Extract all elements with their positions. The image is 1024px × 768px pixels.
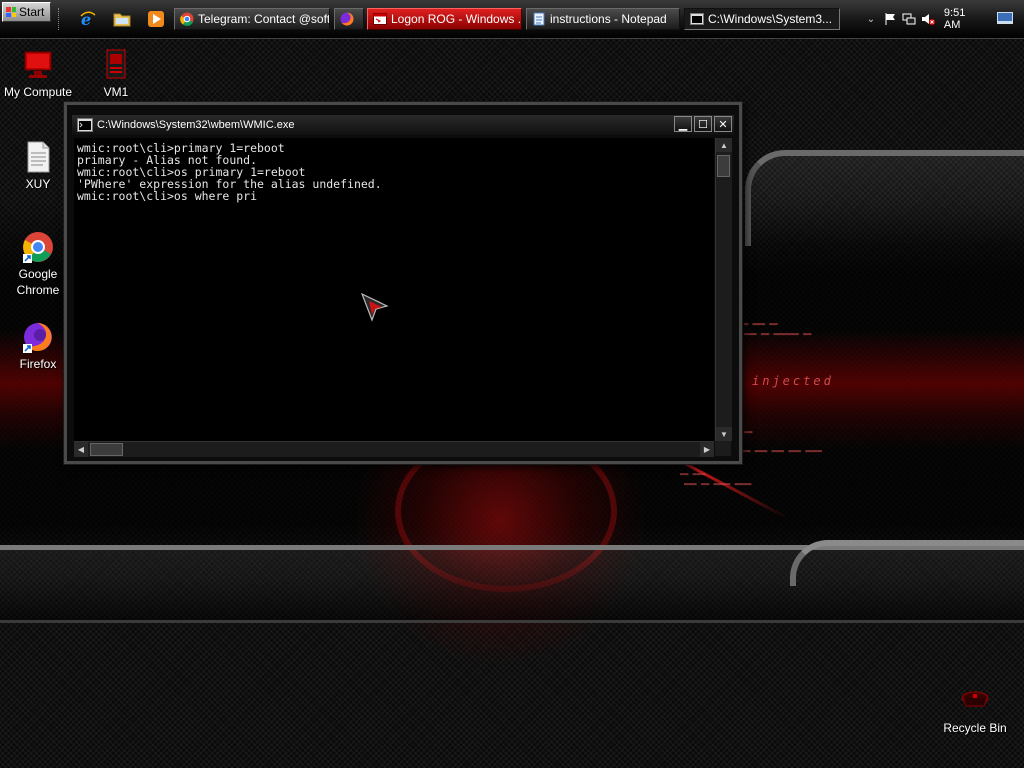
desktop-icon-vm1[interactable]: VM1 <box>78 48 154 100</box>
vertical-scroll-thumb[interactable] <box>717 155 730 177</box>
chrome-icon <box>180 12 194 26</box>
taskbar-button-firefox[interactable] <box>334 8 364 30</box>
recycle-bin-icon <box>958 684 992 718</box>
wmic-console-window[interactable]: C:\Windows\System32\wbem\WMIC.exe ▁ ☐ ✕ … <box>64 102 742 464</box>
wallpaper-injected-text: injected <box>752 374 834 388</box>
taskbar-button-notepad[interactable]: instructions - Notepad <box>526 8 680 30</box>
firefox-icon <box>21 320 55 354</box>
desktop-icon-label: Recycle Bin <box>943 721 1007 735</box>
mouse-cursor-icon <box>360 292 389 322</box>
wallpaper-code-text: ▬▬▬ ▬▬ ▬▬▬▬ ▬▬▬▬ <box>684 480 752 488</box>
horizontal-scroll-thumb[interactable] <box>90 443 123 456</box>
minimize-button[interactable]: ▁ <box>674 116 692 132</box>
console-window-icon <box>690 12 704 26</box>
taskbar-button-telegram[interactable]: Telegram: Contact @soft... <box>174 8 330 30</box>
close-icon: ✕ <box>718 118 728 131</box>
notepad-icon <box>532 12 546 26</box>
flag-icon[interactable] <box>883 11 897 27</box>
system-tray: ⌄ 9:51 AM <box>864 7 1018 31</box>
scroll-down-arrow-icon[interactable]: ▼ <box>716 427 732 441</box>
quicklaunch-explorer[interactable] <box>112 9 132 29</box>
scroll-right-arrow-icon[interactable]: ▶ <box>700 442 714 457</box>
show-desktop-icon[interactable] <box>997 11 1013 27</box>
text-file-icon <box>21 140 55 174</box>
taskbar: Start e Telegram: Contact @soft... Logon… <box>0 0 1024 39</box>
vm-icon <box>99 48 133 82</box>
start-button[interactable]: Start <box>2 2 51 22</box>
scroll-left-arrow-icon[interactable]: ◀ <box>74 442 88 457</box>
taskbar-button-wmic-console[interactable]: C:\Windows\System3... <box>684 8 840 30</box>
task-label: instructions - Notepad <box>550 12 667 26</box>
maximize-icon: ☐ <box>698 118 708 131</box>
clock[interactable]: 9:51 AM <box>944 7 979 31</box>
volume-muted-icon[interactable] <box>921 11 935 27</box>
chevron-down-icon[interactable]: ⌄ <box>864 11 878 27</box>
console-prompt-line[interactable]: wmic:root\cli>os where pri <box>74 190 714 202</box>
wallpaper-code-text: ▬▬ <box>744 428 753 436</box>
resize-grip-icon[interactable] <box>715 441 731 456</box>
console-title-bar[interactable]: C:\Windows\System32\wbem\WMIC.exe ▁ ☐ ✕ <box>72 115 734 135</box>
quicklaunch-media-player[interactable] <box>146 9 166 29</box>
task-label: Telegram: Contact @soft... <box>198 12 330 26</box>
wallpaper-code-text: ▬▬ ▬▬▬ <box>680 470 706 478</box>
firefox-icon <box>340 12 354 26</box>
computer-icon <box>21 48 55 82</box>
quicklaunch-ie[interactable]: e <box>78 9 98 29</box>
task-label: C:\Windows\System3... <box>708 12 833 26</box>
internet-explorer-icon: e <box>80 10 96 28</box>
vertical-scrollbar[interactable]: ▲ ▼ <box>715 138 732 441</box>
minimize-icon: ▁ <box>678 118 688 131</box>
console-window-icon <box>77 118 93 132</box>
wallpaper-code-text: ▬▬ ▬▬▬ ▬▬▬ ▬▬▬ ▬▬▬▬ <box>742 447 823 455</box>
desktop-icon-label: My Compute <box>3 85 73 99</box>
desktop-icon-my-computer[interactable]: My Compute <box>0 48 76 100</box>
taskbar-button-logon-rog[interactable]: Logon ROG - Windows ... <box>367 8 522 30</box>
chrome-icon <box>21 230 55 264</box>
network-icon[interactable] <box>902 11 916 27</box>
window-app-icon <box>373 12 387 26</box>
desktop-icon-recycle-bin[interactable]: Recycle Bin <box>937 684 1013 736</box>
wallpaper-metal-frame <box>745 150 1024 246</box>
close-button[interactable]: ✕ <box>714 116 732 132</box>
task-label: Logon ROG - Windows ... <box>391 12 522 26</box>
wallpaper-code-text: ▬▬▬ ▬▬ ▬▬▬▬▬▬ ▬▬ <box>744 330 812 338</box>
desktop-icon-label: VM1 <box>103 85 129 99</box>
horizontal-scrollbar[interactable]: ◀ ▶ <box>74 441 714 457</box>
windows-logo-icon <box>6 7 16 17</box>
folder-icon <box>113 13 131 27</box>
scroll-up-arrow-icon[interactable]: ▲ <box>716 138 732 152</box>
wallpaper-code-text: ▬ ▬▬▬ ▬▬ <box>744 320 778 328</box>
console-title: C:\Windows\System32\wbem\WMIC.exe <box>97 119 295 131</box>
maximize-button[interactable]: ☐ <box>694 116 712 132</box>
quicklaunch-separator <box>58 8 62 30</box>
console-output[interactable]: wmic:root\cli>primary 1=reboot primary -… <box>74 138 714 441</box>
media-player-icon <box>148 11 164 27</box>
wallpaper-metal-curve <box>790 540 1024 586</box>
start-label: Start <box>19 5 45 19</box>
